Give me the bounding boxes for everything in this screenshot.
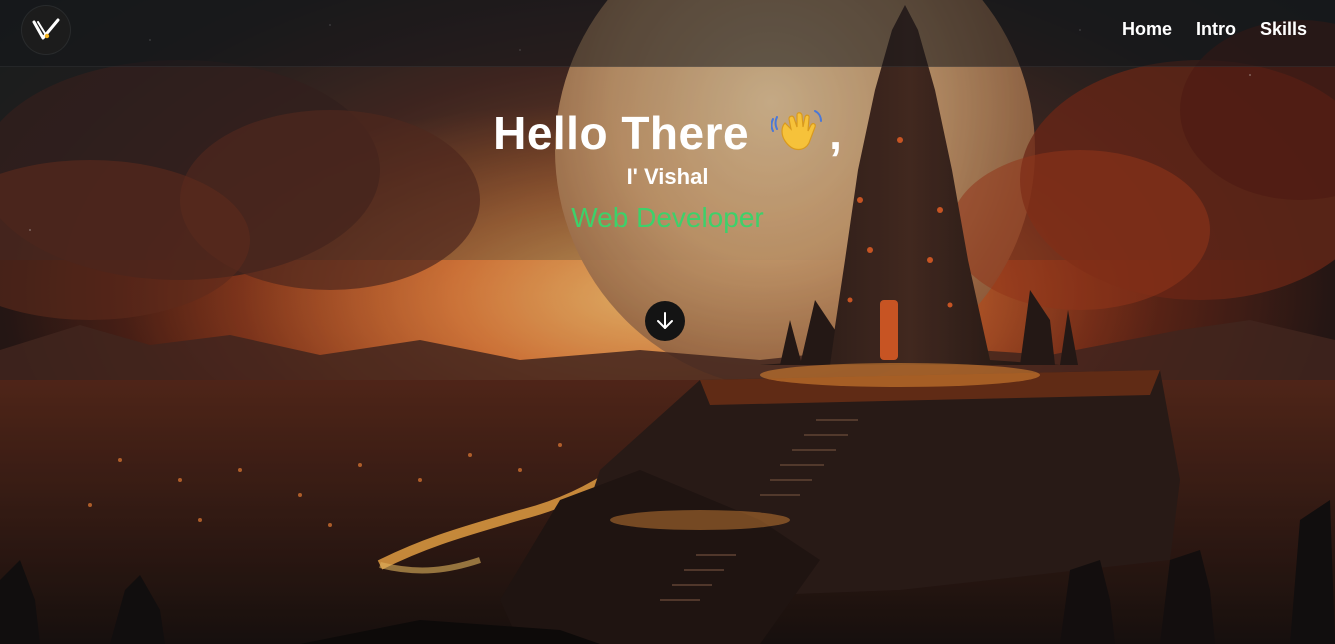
arrow-down-icon: [657, 312, 673, 329]
nav-links: Home Intro Skills: [1122, 19, 1307, 40]
nav-home-link[interactable]: Home: [1122, 19, 1172, 40]
nav-intro-link[interactable]: Intro: [1196, 19, 1236, 40]
greeting-comma: ,: [829, 107, 842, 159]
greeting-heading: Hello There: [493, 107, 750, 159]
greeting-row: Hello There ,: [493, 104, 842, 162]
hero-section: Home Intro Skills Hello There , I' Visha…: [0, 0, 1335, 644]
nav-skills-link[interactable]: Skills: [1260, 19, 1307, 40]
intro-block: Hello There , I' Vishal Web Developer: [0, 104, 1335, 234]
navbar: Home Intro Skills: [0, 0, 1335, 67]
role-text: Web Developer: [571, 202, 764, 233]
v-logo-mark: [32, 18, 60, 40]
name-text: I' Vishal: [626, 164, 709, 189]
waving-hand-glyph: [770, 109, 823, 150]
waving-hand-icon: [770, 107, 823, 160]
scroll-down-button[interactable]: [645, 301, 685, 341]
v-logo-icon[interactable]: [22, 6, 70, 54]
